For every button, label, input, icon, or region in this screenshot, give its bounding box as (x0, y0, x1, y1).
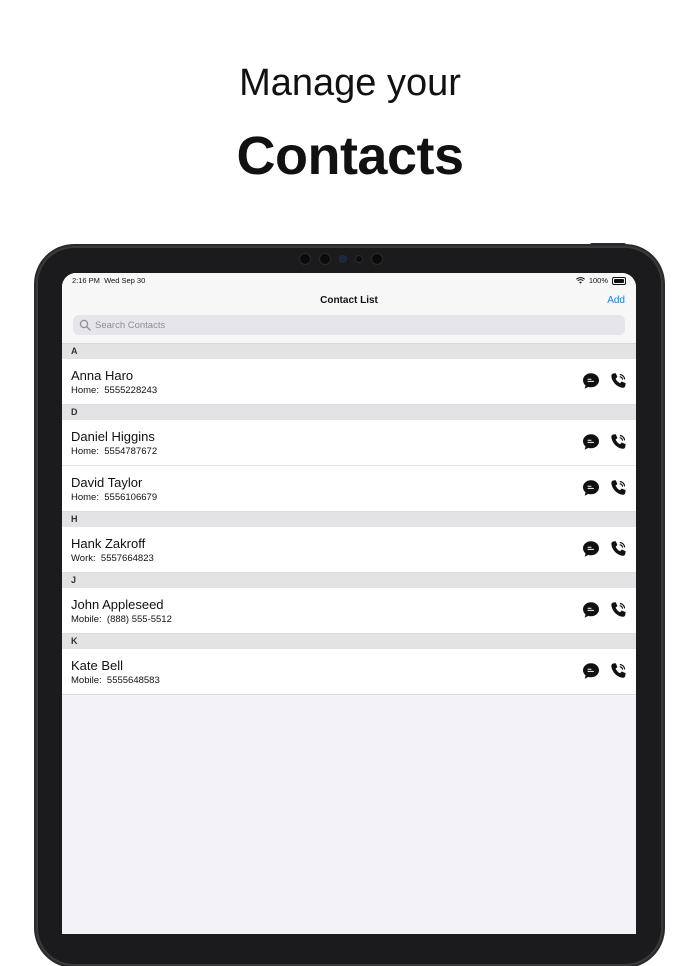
phone-number: 5557664823 (100, 553, 154, 564)
phone-number: 5555228243 (104, 385, 158, 396)
section-header-a: A (62, 344, 636, 359)
phone-label: Home: (71, 446, 99, 457)
section-header-h: H (62, 512, 636, 527)
phone-label: Home: (71, 492, 99, 503)
page-title: Contact List (320, 295, 378, 306)
contact-row[interactable]: Hank Zakroff Work: 5557664823 (62, 527, 636, 573)
contact-name: Daniel Higgins (71, 429, 155, 444)
camera-bar (300, 252, 382, 266)
section-header-j: J (62, 573, 636, 588)
contact-row[interactable]: Kate Bell Mobile: 5555648583 (62, 649, 636, 695)
add-contact-button[interactable]: Add (607, 295, 625, 306)
phone-call-icon[interactable] (610, 372, 628, 390)
message-bubble-icon[interactable] (582, 540, 600, 558)
status-time-date: 2:16 PM Wed Sep 30 (72, 276, 145, 285)
promo-headline-line1: Manage your (239, 62, 461, 104)
contact-name: David Taylor (71, 475, 143, 490)
contact-phone: Home: 5554787672 (71, 446, 157, 457)
camera-lens (340, 256, 346, 262)
status-indicators: 100% (575, 276, 626, 285)
contact-phone: Home: 5555228243 (71, 385, 157, 396)
row-actions (582, 433, 628, 451)
battery-percent: 100% (588, 276, 608, 285)
contact-phone: Home: 5556106679 (71, 492, 157, 503)
status-time: 2:16 PM (72, 276, 100, 285)
section-header-k: K (62, 634, 636, 649)
contact-name: John Appleseed (71, 597, 164, 612)
search-icon (79, 319, 91, 331)
promo-headline-line2: Contacts (236, 126, 464, 186)
row-actions (582, 540, 628, 558)
status-bar: 2:16 PM Wed Sep 30 100% (62, 273, 636, 287)
contact-phone: Work: 5557664823 (71, 553, 154, 564)
contact-row[interactable]: David Taylor Home: 5556106679 (62, 466, 636, 512)
phone-call-icon[interactable] (610, 601, 628, 619)
row-actions (582, 662, 628, 680)
camera-sensor (320, 254, 330, 264)
contact-row[interactable]: Daniel Higgins Home: 5554787672 (62, 420, 636, 466)
phone-call-icon[interactable] (610, 662, 628, 680)
row-actions (582, 479, 628, 497)
phone-number: 5554787672 (104, 446, 158, 457)
phone-label: Home: (71, 385, 99, 396)
message-bubble-icon[interactable] (582, 479, 600, 497)
row-actions (582, 601, 628, 619)
status-date: Wed Sep 30 (104, 276, 146, 285)
section-header-d: D (62, 405, 636, 420)
battery-icon (612, 276, 626, 285)
phone-number: 5556106679 (104, 492, 158, 503)
phone-label: Work: (71, 553, 96, 564)
wifi-icon (575, 277, 585, 284)
row-actions (582, 372, 628, 390)
navigation-bar: Contact List Add (62, 287, 636, 344)
contact-name: Anna Haro (71, 368, 134, 383)
contact-name: Hank Zakroff (71, 536, 146, 551)
message-bubble-icon[interactable] (582, 601, 600, 619)
camera-sensor (300, 254, 310, 264)
message-bubble-icon[interactable] (582, 662, 600, 680)
message-bubble-icon[interactable] (582, 372, 600, 390)
phone-number: (888) 555-5512 (106, 614, 172, 625)
camera-sensor (372, 254, 382, 264)
contact-list: A Anna Haro Home: 5555228243 D Daniel Hi (62, 344, 636, 695)
phone-call-icon[interactable] (610, 433, 628, 451)
phone-call-icon[interactable] (610, 540, 628, 558)
phone-number: 5555648583 (106, 675, 160, 686)
contact-name: Kate Bell (71, 658, 124, 673)
phone-label: Mobile: (71, 614, 102, 625)
phone-label: Mobile: (71, 675, 102, 686)
message-bubble-icon[interactable] (582, 433, 600, 451)
contact-row[interactable]: Anna Haro Home: 5555228243 (62, 359, 636, 405)
contact-row[interactable]: John Appleseed Mobile: (888) 555-5512 (62, 588, 636, 634)
search-bar[interactable] (73, 315, 625, 335)
search-input[interactable] (95, 319, 615, 331)
app-screen: 2:16 PM Wed Sep 30 100% Contact List Add… (62, 273, 636, 934)
phone-call-icon[interactable] (610, 479, 628, 497)
camera-sensor (356, 256, 362, 262)
contact-phone: Mobile: 5555648583 (71, 675, 160, 686)
contact-phone: Mobile: (888) 555-5512 (71, 614, 172, 625)
